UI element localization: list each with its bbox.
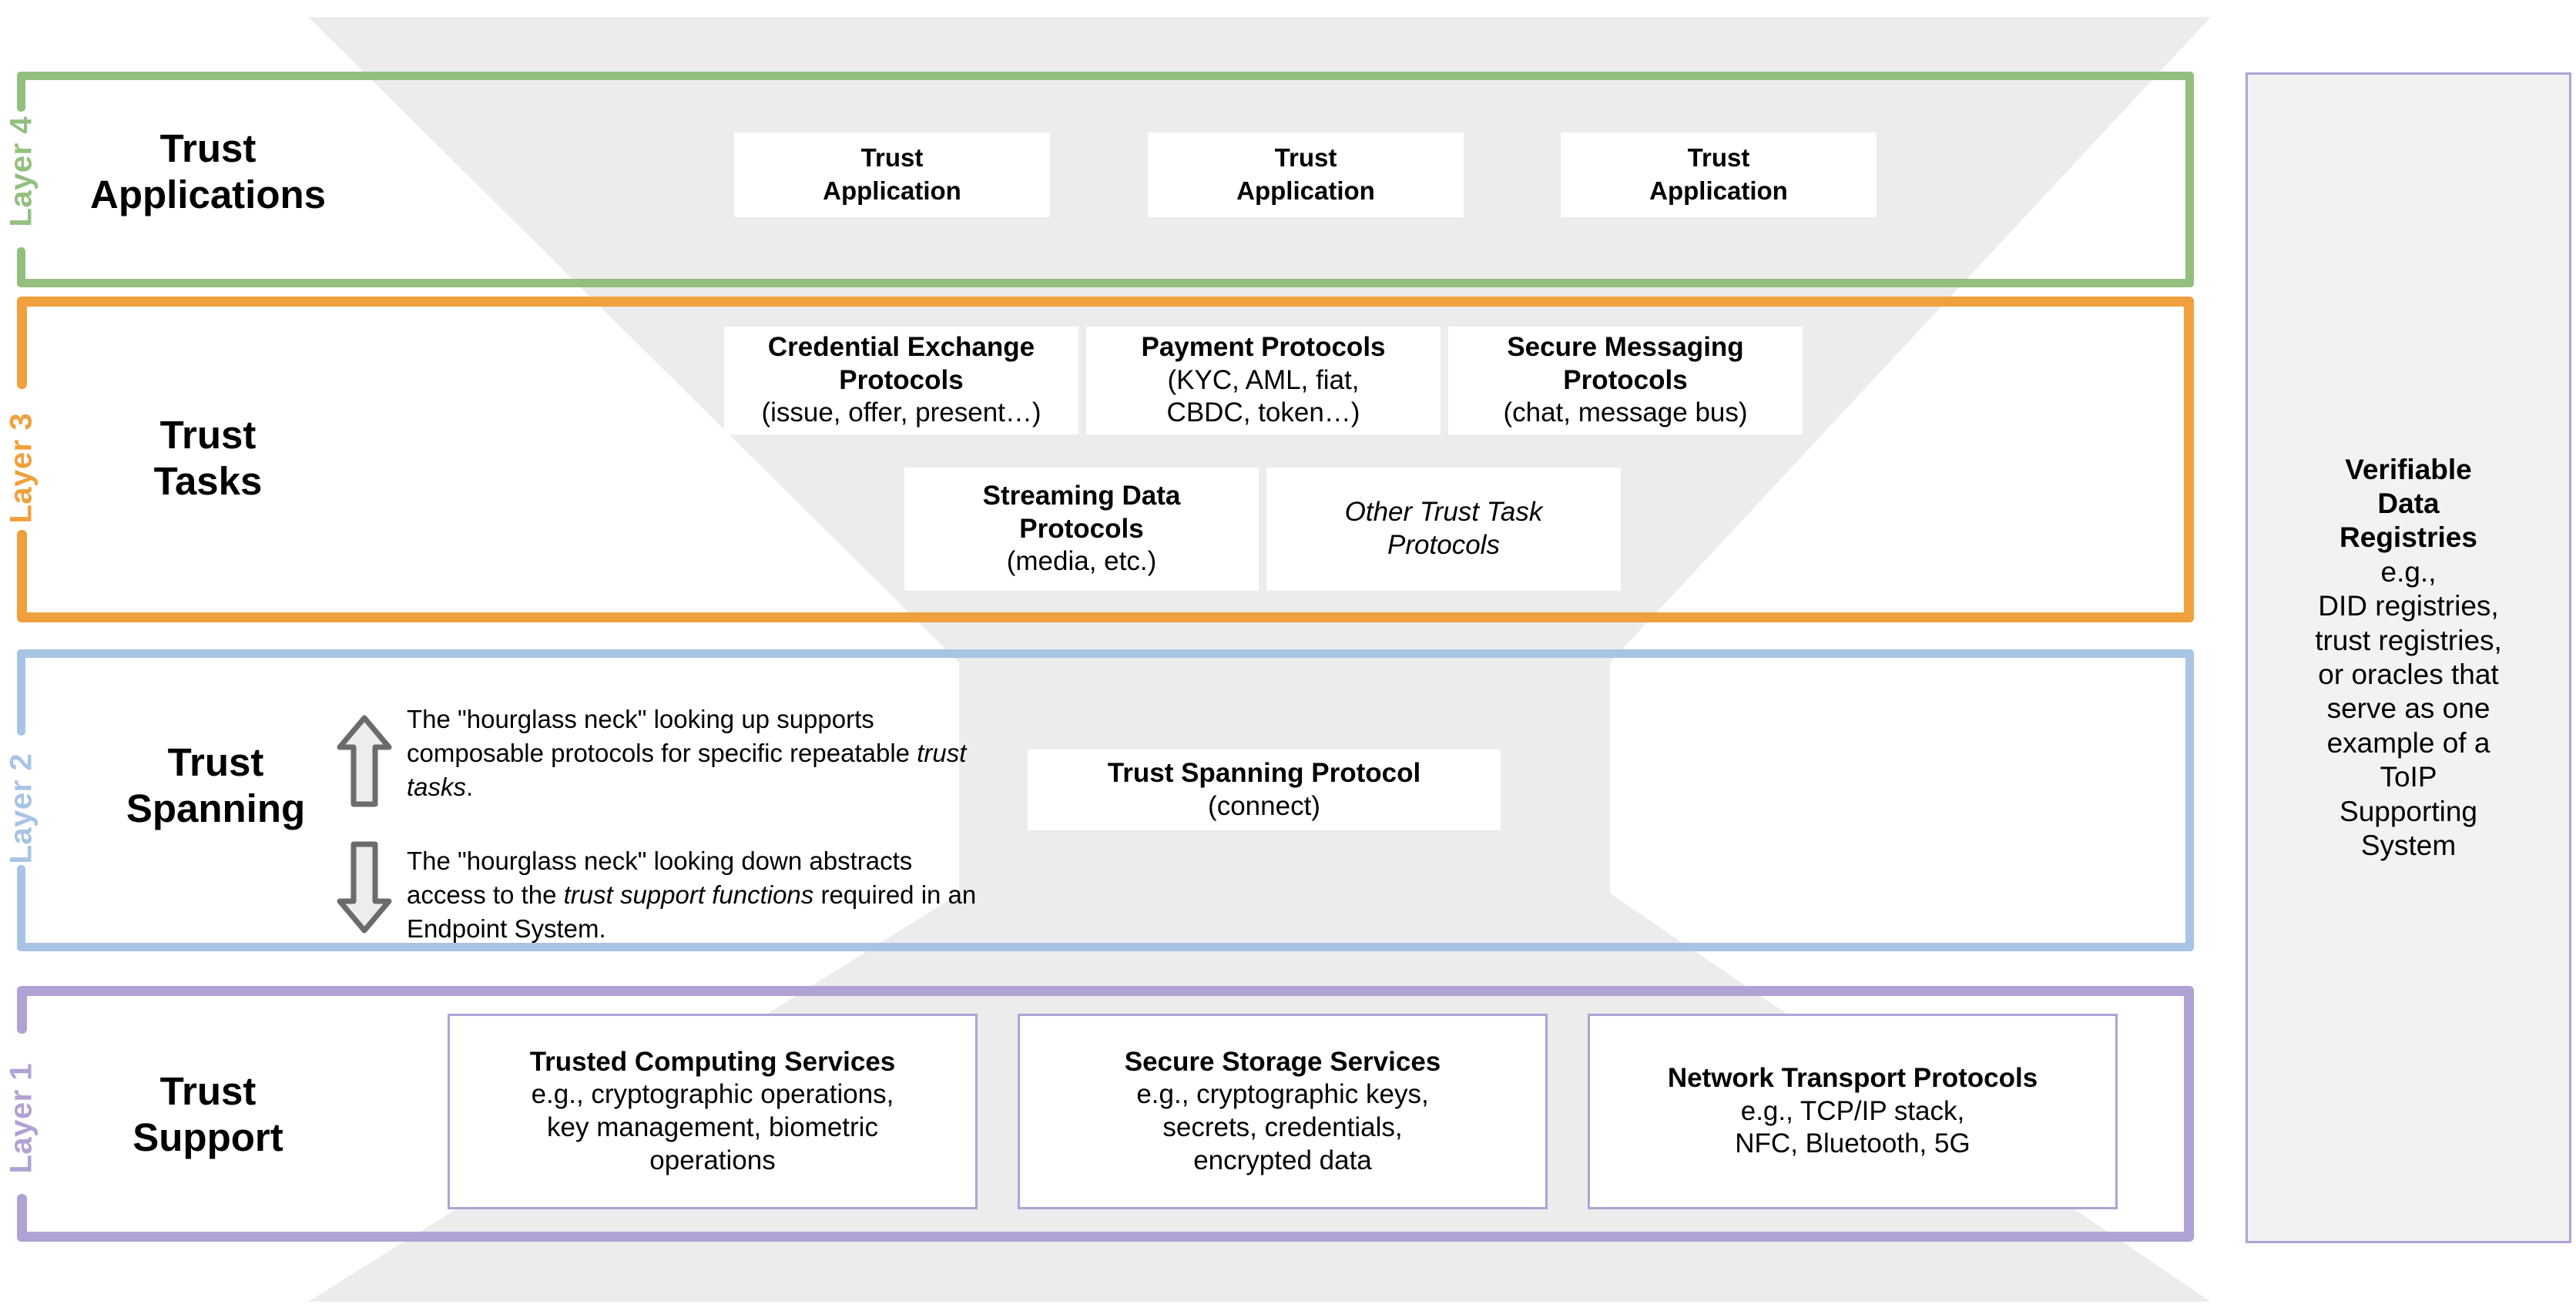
panel-title: Verifiable Data Registries bbox=[2340, 453, 2477, 554]
arrow-down-icon bbox=[337, 841, 392, 934]
annot-up-text-after: . bbox=[466, 772, 474, 801]
box-subtitle: e.g., TCP/IP stack, NFC, Bluetooth, 5G bbox=[1735, 1095, 1971, 1159]
box-subtitle: (chat, message bus) bbox=[1503, 397, 1748, 428]
secure-storage-services-box: Secure Storage Services e.g., cryptograp… bbox=[1018, 1014, 1548, 1209]
box-title: Trust Application bbox=[1236, 143, 1375, 205]
annot-up-text-before: The "hourglass neck" looking up supports… bbox=[407, 705, 917, 767]
payment-protocols-box: Payment Protocols (KYC, AML, fiat, CBDC,… bbox=[1086, 327, 1441, 434]
network-transport-protocols-box: Network Transport Protocols e.g., TCP/IP… bbox=[1588, 1014, 2118, 1209]
other-trust-task-protocols-box: Other Trust Task Protocols bbox=[1266, 468, 1621, 591]
layer-1-border-right bbox=[2184, 986, 2194, 1242]
layer-4-border-right bbox=[2185, 72, 2194, 287]
layer-4-border-left-upper bbox=[17, 72, 25, 112]
streaming-data-protocols-box: Streaming Data Protocols (media, etc.) bbox=[904, 468, 1259, 591]
layer-4-border-left-lower bbox=[17, 247, 25, 287]
layer-3-border-left-lower bbox=[17, 530, 27, 622]
layer-2-border-left-upper bbox=[17, 649, 25, 736]
layer-3-border-right bbox=[2184, 297, 2194, 622]
box-title: Streaming Data Protocols bbox=[982, 480, 1181, 544]
layer-2-border-left-lower bbox=[17, 865, 25, 951]
layer-1-border-top bbox=[17, 986, 2194, 996]
layer-1-border-bottom bbox=[17, 1232, 2194, 1242]
layer-2-border-bottom bbox=[17, 943, 2194, 951]
toip-stack-diagram: Layer 4 Trust Applications Trust Applica… bbox=[0, 0, 2576, 1311]
box-title: Payment Protocols bbox=[1141, 331, 1386, 362]
trust-application-box-1: Trust Application bbox=[734, 132, 1050, 217]
layer-4-border-top bbox=[17, 72, 2194, 80]
trusted-computing-services-box: Trusted Computing Services e.g., cryptog… bbox=[448, 1014, 978, 1209]
box-subtitle: (media, etc.) bbox=[1006, 546, 1157, 577]
box-title: Secure Messaging Protocols bbox=[1507, 331, 1744, 395]
box-title: Trust Application bbox=[1649, 143, 1788, 205]
verifiable-data-registries-panel: Verifiable Data Registries e.g., DID reg… bbox=[2246, 72, 2571, 1243]
trust-application-box-2: Trust Application bbox=[1148, 132, 1464, 217]
box-title: Other Trust Task Protocols bbox=[1344, 497, 1543, 560]
trust-application-box-3: Trust Application bbox=[1561, 132, 1877, 217]
layer-2-border-right bbox=[2185, 649, 2194, 951]
box-subtitle: e.g., cryptographic operations, key mana… bbox=[531, 1079, 894, 1175]
layer-1-border-left-lower bbox=[17, 1194, 27, 1242]
layer-3-border-bottom bbox=[17, 612, 2194, 622]
box-subtitle: (connect) bbox=[1208, 790, 1320, 821]
hourglass-up-annotation: The "hourglass neck" looking up supports… bbox=[407, 702, 977, 804]
secure-messaging-protocols-box: Secure Messaging Protocols (chat, messag… bbox=[1448, 327, 1803, 434]
box-title: Trusted Computing Services bbox=[529, 1046, 896, 1077]
credential-exchange-protocols-box: Credential Exchange Protocols (issue, of… bbox=[724, 327, 1078, 434]
box-title: Secure Storage Services bbox=[1124, 1046, 1441, 1077]
hourglass-down-annotation: The "hourglass neck" looking down abstra… bbox=[407, 844, 992, 946]
layer-2-border-top bbox=[17, 649, 2194, 658]
layer-3-border-top bbox=[17, 297, 2194, 307]
annot-down-emphasis: trust support functions bbox=[563, 880, 814, 909]
panel-body: e.g., DID registries, trust registries, … bbox=[2315, 555, 2502, 861]
box-title: Network Transport Protocols bbox=[1667, 1062, 2038, 1093]
box-subtitle: (KYC, AML, fiat, CBDC, token…) bbox=[1166, 364, 1360, 428]
layer-3-border-left-upper bbox=[17, 297, 27, 389]
trust-spanning-protocol-box: Trust Spanning Protocol (connect) bbox=[1028, 749, 1501, 830]
arrow-up-icon bbox=[337, 715, 392, 807]
box-subtitle: (issue, offer, present…) bbox=[761, 397, 1041, 428]
box-title: Credential Exchange Protocols bbox=[767, 331, 1035, 395]
layer-1-border-left-upper bbox=[17, 986, 27, 1034]
box-title: Trust Application bbox=[823, 143, 961, 205]
box-title: Trust Spanning Protocol bbox=[1107, 757, 1421, 788]
layer-4-border-bottom bbox=[17, 279, 2194, 287]
box-subtitle: e.g., cryptographic keys, secrets, crede… bbox=[1136, 1079, 1429, 1175]
